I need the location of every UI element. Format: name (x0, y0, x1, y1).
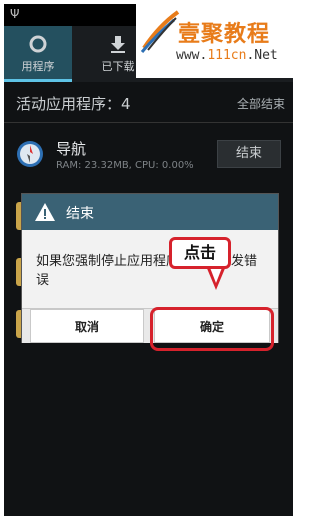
cancel-button[interactable]: 取消 (30, 309, 144, 343)
download-icon (111, 36, 125, 53)
warning-icon (35, 203, 55, 221)
circle-icon (29, 35, 47, 53)
tab-apps-label: 用程序 (21, 60, 55, 73)
watermark: 壹聚教程 www.111cn.Net (136, 4, 293, 78)
dialog-title: 结束 (66, 206, 94, 222)
watermark-url-suffix: .Net (246, 48, 278, 63)
watermark-url-prefix: www. (176, 48, 208, 63)
phone-screen: Ψ 用程序 已下载 活动应用程序：4 全部结束 导航 RAM: 23.32MB,… (4, 4, 293, 516)
watermark-url-mid: 111cn (207, 48, 247, 63)
running-count: 活动应用程序：4 (16, 95, 131, 113)
running-apps-header: 活动应用程序：4 全部结束 (4, 82, 293, 123)
ok-button-highlight (150, 307, 274, 351)
app-meta: RAM: 23.32MB, CPU: 0.00% (56, 160, 194, 171)
tap-callout: 点击 (169, 237, 231, 269)
end-all-button[interactable]: 全部结束 (237, 95, 285, 112)
app-name: 导航 (56, 140, 87, 158)
swoosh-logo-icon (140, 10, 180, 53)
watermark-title: 壹聚教程 (178, 21, 271, 47)
compass-icon (17, 141, 43, 167)
dialog-header: 结束 (22, 194, 278, 230)
tab-apps[interactable]: 用程序 (4, 26, 72, 82)
list-item[interactable]: 导航 RAM: 23.32MB, CPU: 0.00% 结束 (4, 130, 293, 180)
watermark-url: www.111cn.Net (176, 48, 278, 63)
usb-icon: Ψ (10, 7, 20, 21)
end-app-button[interactable]: 结束 (217, 140, 281, 168)
